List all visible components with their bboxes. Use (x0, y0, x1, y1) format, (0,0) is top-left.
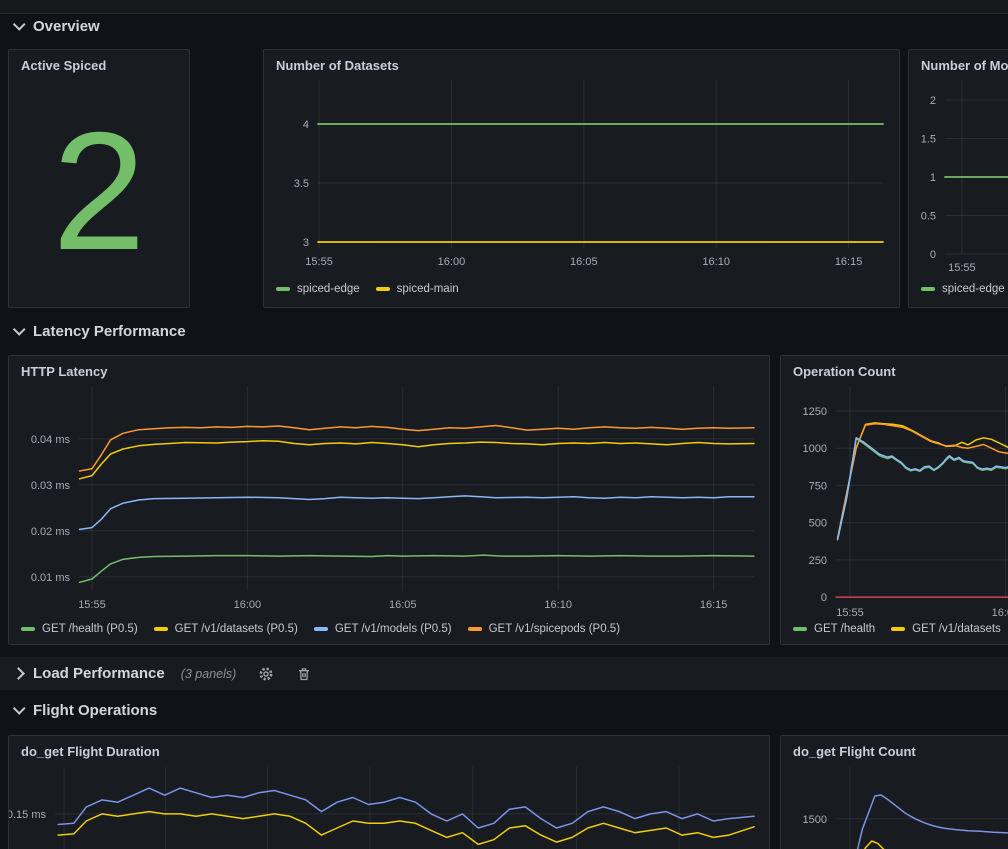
legend-item[interactable]: GET /v1/datasets (891, 623, 1001, 635)
panel-number-of-models: Number of Models 2 1.5 1 0.5 0 15:55 spiced-e… (908, 49, 1008, 308)
svg-text:16:15: 16:15 (835, 256, 863, 268)
section-label: Overview (33, 18, 100, 35)
timeseries-chart[interactable]: 0.15 ms (9, 763, 769, 849)
timeseries-chart[interactable]: 1500 (781, 763, 1008, 849)
panel-do-get-flight-count: do_get Flight Count 1500 (780, 735, 1008, 849)
svg-text:0.02 ms: 0.02 ms (31, 526, 71, 538)
svg-text:750: 750 (809, 480, 827, 492)
svg-text:15:55: 15:55 (836, 607, 864, 619)
chevron-down-icon (13, 18, 26, 31)
timeseries-chart[interactable]: 0.04 ms 0.03 ms 0.02 ms 0.01 ms 15:55 16:00 16… (9, 384, 769, 619)
legend-swatch (793, 627, 807, 631)
legend-swatch (921, 287, 935, 291)
svg-text:16:05: 16:05 (389, 599, 417, 611)
panel-http-latency: HTTP Latency 0.04 ms 0.03 ms 0.02 ms 0.01 m… (8, 355, 770, 645)
panel-title[interactable]: HTTP Latency (21, 364, 107, 379)
svg-text:15:55: 15:55 (948, 262, 976, 274)
chart-legend: spiced-edge (921, 283, 1005, 295)
svg-text:16:10: 16:10 (702, 256, 730, 268)
panel-active-spiced: Active Spiced 2 (8, 49, 190, 308)
svg-text:16:15: 16:15 (700, 599, 728, 611)
legend-swatch (276, 287, 290, 291)
legend-item[interactable]: GET /health (793, 623, 875, 635)
legend-swatch (21, 627, 35, 631)
svg-text:16:00: 16:00 (234, 599, 262, 611)
section-header-load-performance[interactable]: Load Performance (3 panels) (0, 657, 1008, 690)
legend-swatch (468, 627, 482, 631)
panel-title[interactable]: Active Spiced (21, 58, 106, 73)
legend-item[interactable]: GET /v1/models (P0.5) (314, 623, 452, 635)
chart-legend: spiced-edge spiced-main (276, 283, 459, 295)
svg-text:0.01 ms: 0.01 ms (31, 572, 71, 584)
svg-text:16:05: 16:05 (570, 256, 598, 268)
svg-text:0: 0 (821, 592, 827, 604)
legend-swatch (314, 627, 328, 631)
svg-text:15:55: 15:55 (78, 599, 106, 611)
svg-text:3.5: 3.5 (294, 178, 309, 190)
chart-legend: GET /health (P0.5) GET /v1/datasets (P0.5… (21, 623, 620, 635)
legend-item[interactable]: spiced-edge (921, 283, 1005, 295)
trash-icon[interactable] (296, 666, 312, 682)
timeseries-chart[interactable]: 4 3.5 3 15:55 16:00 16:05 16:10 16:15 (264, 78, 899, 278)
svg-text:16:00: 16:00 (438, 256, 466, 268)
section-label: Flight Operations (33, 702, 157, 719)
section-header-overview[interactable]: Overview (14, 15, 100, 37)
panel-do-get-flight-duration: do_get Flight Duration 0.15 ms (8, 735, 770, 849)
svg-text:0.03 ms: 0.03 ms (31, 480, 71, 492)
svg-text:4: 4 (303, 119, 309, 131)
svg-text:500: 500 (809, 518, 827, 530)
svg-text:16:00: 16:00 (992, 607, 1008, 619)
legend-swatch (891, 627, 905, 631)
legend-swatch (376, 287, 390, 291)
svg-text:1: 1 (930, 172, 936, 184)
legend-swatch (154, 627, 168, 631)
svg-text:1.5: 1.5 (921, 134, 936, 146)
legend-item[interactable]: GET /v1/spicepods (P0.5) (468, 623, 620, 635)
stat-value: 2 (9, 84, 189, 297)
svg-text:0: 0 (930, 249, 936, 261)
timeseries-chart[interactable]: 1250 1000 750 500 250 0 15:55 16:00 (781, 384, 1008, 619)
svg-text:1000: 1000 (803, 443, 827, 455)
panel-title[interactable]: Number of Datasets (276, 58, 399, 73)
panel-number-of-datasets: Number of Datasets 4 3.5 3 15:55 16:00 16:05 1… (263, 49, 900, 308)
gear-icon[interactable] (258, 666, 274, 682)
svg-text:0.04 ms: 0.04 ms (31, 434, 71, 446)
svg-text:1250: 1250 (803, 406, 827, 418)
legend-item[interactable]: spiced-main (376, 283, 459, 295)
panel-title[interactable]: Operation Count (793, 364, 896, 379)
svg-text:3: 3 (303, 237, 309, 249)
svg-text:1500: 1500 (803, 814, 827, 826)
grafana-dashboard: Overview Active Spiced 2 Number of Datas… (0, 0, 1008, 849)
svg-text:0.5: 0.5 (921, 211, 936, 223)
chevron-right-icon (12, 667, 25, 680)
svg-text:16:10: 16:10 (544, 599, 572, 611)
panel-operation-count: Operation Count 12501000750500250015:551… (780, 355, 1008, 645)
top-bar (0, 0, 1008, 14)
section-label: Latency Performance (33, 323, 186, 340)
chevron-down-icon (13, 323, 26, 336)
section-header-latency-performance[interactable]: Latency Performance (14, 320, 186, 342)
legend-item[interactable]: spiced-edge (276, 283, 360, 295)
section-label: Load Performance (33, 665, 165, 682)
svg-text:250: 250 (809, 555, 827, 567)
section-header-flight-operations[interactable]: Flight Operations (14, 699, 157, 721)
timeseries-chart[interactable]: 2 1.5 1 0.5 0 15:55 (909, 78, 1008, 278)
svg-text:2: 2 (930, 95, 936, 107)
panels-count-label: (3 panels) (181, 667, 237, 681)
legend-item[interactable]: GET /health (P0.5) (21, 623, 138, 635)
chart-legend: GET /health GET /v1/datasets (793, 623, 1001, 635)
svg-text:15:55: 15:55 (305, 256, 333, 268)
chevron-down-icon (13, 702, 26, 715)
legend-item[interactable]: GET /v1/datasets (P0.5) (154, 623, 298, 635)
svg-text:0.15 ms: 0.15 ms (9, 809, 46, 821)
panel-title[interactable]: do_get Flight Count (793, 744, 916, 759)
panel-title[interactable]: do_get Flight Duration (21, 744, 160, 759)
panel-title[interactable]: Number of Models (921, 58, 1008, 73)
